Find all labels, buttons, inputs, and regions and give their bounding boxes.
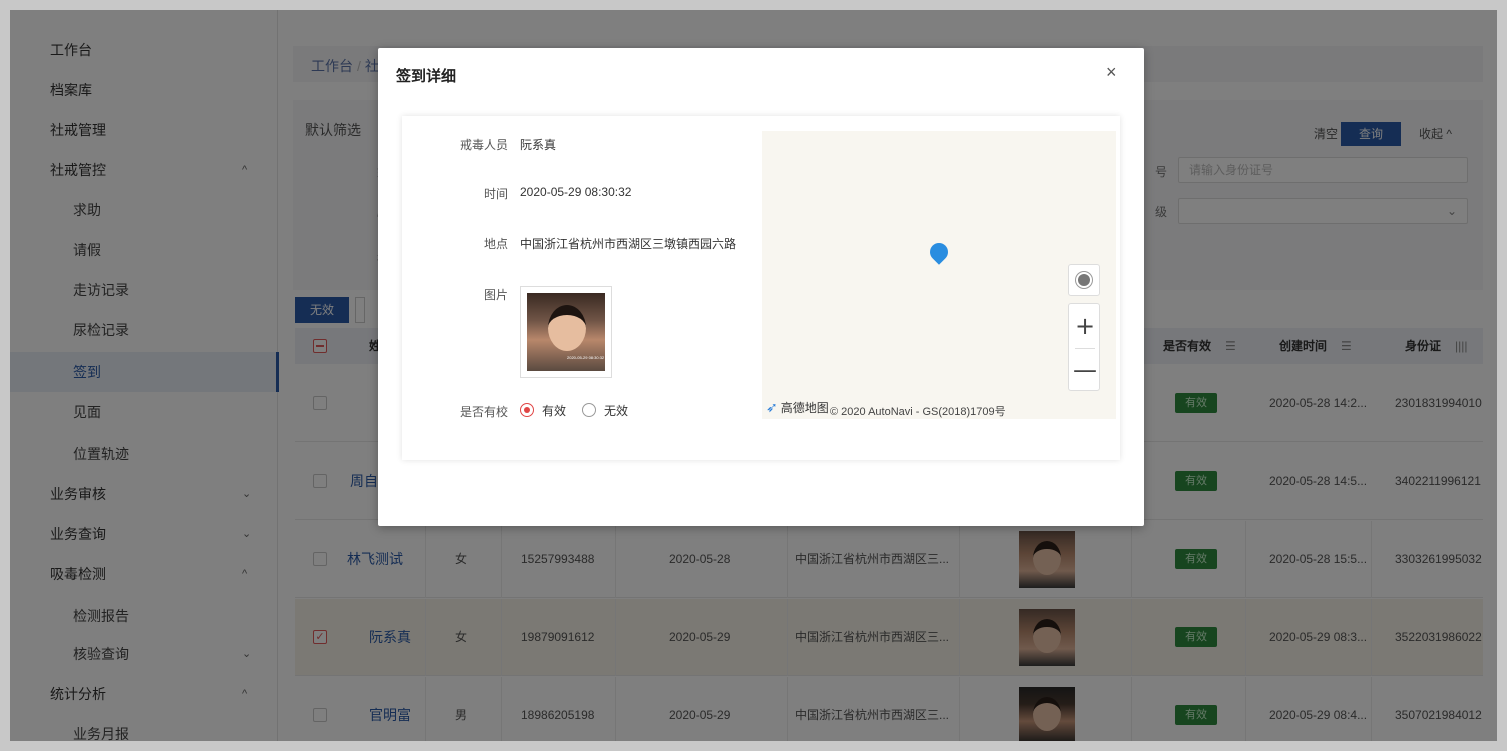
- detail-card: 戒毒人员 阮系真 时间 2020-05-29 08:30:32 地点 中国浙江省…: [402, 116, 1120, 460]
- place-label: 地点: [483, 237, 508, 251]
- zoom-in-button[interactable]: +: [1069, 306, 1101, 346]
- photo-timestamp: 2020-05-29 08:30:32: [567, 355, 605, 360]
- valid-radio-label[interactable]: 有效: [542, 402, 566, 419]
- valid-radio[interactable]: [520, 403, 534, 417]
- time-value: 2020-05-29 08:30:32: [520, 185, 632, 199]
- person-value: 阮系真: [520, 138, 557, 152]
- valid-label: 是否有校: [459, 405, 508, 419]
- image-label: 图片: [483, 288, 508, 302]
- checkin-detail-modal: 签到详细 × 戒毒人员 阮系真 时间 2020-05-29 08:30:32 地…: [378, 48, 1144, 526]
- zoom-control: + —: [1068, 303, 1100, 391]
- invalid-radio-label[interactable]: 无效: [604, 402, 628, 419]
- app-window: 工作台 档案库 社戒管理 社戒管控^ 求助 请假 走访记录 尿检记录 签到 见面…: [10, 10, 1497, 741]
- modal-title: 签到详细: [396, 68, 457, 85]
- place-value: 中国浙江省杭州市西湖区三墩镇西园六路: [520, 237, 737, 251]
- amap-logo-icon: ➶: [766, 399, 778, 415]
- zoom-out-button[interactable]: —: [1069, 350, 1101, 390]
- checkin-photo[interactable]: 2020-05-29 08:30:32: [520, 286, 612, 378]
- person-label: 戒毒人员: [459, 138, 508, 152]
- locate-button[interactable]: [1068, 264, 1100, 296]
- time-label: 时间: [483, 187, 508, 201]
- close-icon[interactable]: ×: [1106, 62, 1117, 83]
- invalid-radio[interactable]: [582, 403, 596, 417]
- location-pin-icon[interactable]: [926, 239, 952, 265]
- map-copyright: © 2020 AutoNavi - GS(2018)1709号: [830, 406, 1006, 418]
- map-logo: ➶ 高德地图: [766, 399, 829, 415]
- map-view[interactable]: + — ➶ 高德地图 © 2020 AutoNavi - GS(2018)1709…: [762, 131, 1116, 419]
